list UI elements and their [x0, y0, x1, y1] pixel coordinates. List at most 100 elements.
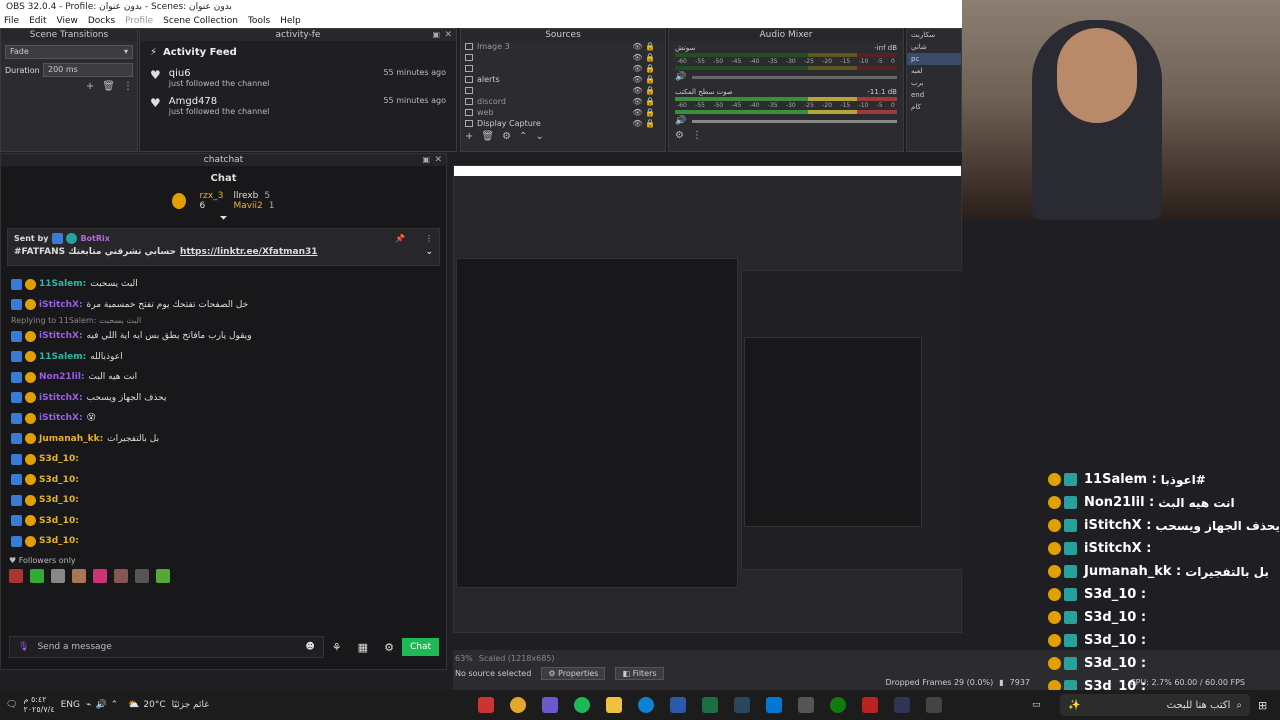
scene-item[interactable]: pc [907, 53, 961, 65]
add-icon[interactable]: + [86, 81, 94, 92]
chrome-icon[interactable] [510, 697, 526, 713]
emoji-icon[interactable]: ☻ [305, 642, 314, 652]
visibility-lock-icons[interactable]: 👁 🔒 [632, 119, 655, 128]
menu-profile[interactable]: Profile [125, 14, 153, 28]
menu-edit[interactable]: Edit [29, 14, 46, 28]
visibility-lock-icons[interactable]: 👁 🔒 [632, 75, 655, 84]
source-item[interactable]: 👁 🔒 [461, 85, 665, 96]
emote-icon[interactable] [51, 568, 65, 583]
discord-icon[interactable] [542, 697, 558, 713]
app-icon[interactable] [862, 697, 878, 713]
chat-username[interactable]: iStitchX: [39, 300, 83, 310]
arrow-up-icon[interactable]: ⌃ [519, 131, 527, 142]
spotify-icon[interactable] [574, 697, 590, 713]
source-item[interactable]: Image 3 👁 🔒 [461, 41, 665, 52]
chat-username[interactable]: iStitchX: [39, 413, 83, 423]
windows-start-icon[interactable]: ⊞ [1258, 699, 1267, 712]
settings-icon[interactable] [926, 697, 942, 713]
speaker-icon[interactable]: 🔊 [675, 72, 686, 82]
pinned-link[interactable]: https://linktr.ee/Xfatman31 [180, 247, 318, 257]
message-input[interactable]: 🎙 Send a message ☻ [9, 636, 324, 658]
chat-username[interactable]: iStitchX: [39, 393, 83, 403]
gear-icon[interactable]: ⚙ [675, 130, 684, 141]
menu-docks[interactable]: Docks [88, 14, 115, 28]
edge-icon[interactable] [638, 697, 654, 713]
more-icon[interactable]: ⋮ [123, 81, 133, 92]
visibility-lock-icons[interactable]: 👁 🔒 [632, 86, 655, 95]
chat-username[interactable]: Jumanah_kk: [39, 434, 103, 444]
chat-username[interactable]: S3d_10: [39, 495, 79, 505]
arrow-down-icon[interactable]: ⌄ [535, 131, 543, 142]
chevron-up-icon[interactable]: ⌃ [111, 700, 119, 710]
scene-item[interactable]: شاتي [907, 41, 961, 53]
pin-icon[interactable]: 📌 [395, 234, 405, 243]
points-icon[interactable]: ⚘ [332, 641, 342, 654]
language-indicator[interactable]: ENG [61, 700, 80, 710]
collapse-icon[interactable]: ⏷ [1, 213, 446, 224]
preview-canvas[interactable] [453, 165, 962, 633]
close-icon[interactable]: ✕ [434, 154, 442, 166]
trash-icon[interactable]: 🗑 [102, 81, 115, 92]
chat-username[interactable]: S3d_10: [39, 475, 79, 485]
emote-icon[interactable] [93, 568, 107, 583]
add-icon[interactable]: + [465, 131, 473, 142]
emote-icon[interactable] [156, 568, 170, 583]
zoom-level[interactable]: 63% [455, 654, 473, 663]
chat-username[interactable]: Non21lil: [39, 372, 85, 382]
volume-icon[interactable]: 🔊 [95, 700, 106, 710]
chat-username[interactable]: S3d_10: [39, 454, 79, 464]
chat-username[interactable]: 11Salem: [39, 279, 86, 289]
filters-button[interactable]: ◧ Filters [615, 667, 664, 680]
menu-help[interactable]: Help [280, 14, 301, 28]
undock-icon[interactable]: ▣ [432, 29, 440, 41]
gift-icon[interactable]: ▦ [358, 641, 368, 654]
vscode-icon[interactable] [670, 697, 686, 713]
source-item[interactable]: web 👁 🔒 [461, 107, 665, 118]
visibility-lock-icons[interactable]: 👁 🔒 [632, 42, 655, 51]
menu-file[interactable]: File [4, 14, 19, 28]
gear-icon[interactable]: ⚙ [502, 131, 511, 142]
excel-icon[interactable] [702, 697, 718, 713]
close-icon[interactable]: ✕ [444, 29, 452, 41]
properties-button[interactable]: ⚙ Properties [541, 667, 606, 680]
folder-icon[interactable] [606, 697, 622, 713]
visibility-lock-icons[interactable]: 👁 🔒 [632, 97, 655, 106]
task-view-icon[interactable]: ▭ [1032, 700, 1041, 710]
duration-input[interactable]: 200 ms [43, 63, 133, 77]
more-icon[interactable]: ⋮ [425, 234, 433, 243]
emote-icon[interactable] [30, 568, 44, 583]
obs-icon[interactable] [478, 697, 494, 713]
emote-icon[interactable] [9, 568, 23, 583]
menu-scene-collection[interactable]: Scene Collection [163, 14, 238, 28]
network-icon[interactable]: ⌁ [86, 700, 91, 710]
source-item[interactable]: Display Capture 👁 🔒 [461, 118, 665, 129]
emote-icon[interactable] [135, 568, 149, 583]
menu-tools[interactable]: Tools [248, 14, 270, 28]
speaker-icon[interactable]: 🔊 [675, 116, 686, 126]
scene-item[interactable]: كام [907, 101, 961, 113]
scene-item[interactable]: سكاربت [907, 29, 961, 41]
app-icon[interactable] [894, 697, 910, 713]
taskbar-search[interactable]: ✨ اكتب هنا للبحث ⌕ [1060, 694, 1250, 716]
emote-icon[interactable] [114, 568, 128, 583]
xbox-icon[interactable] [830, 697, 846, 713]
trash-icon[interactable]: 🗑 [481, 131, 494, 142]
steam-icon[interactable] [734, 697, 750, 713]
scene-item[interactable]: برب [907, 77, 961, 89]
undock-icon[interactable]: ▣ [422, 154, 430, 166]
source-item[interactable]: alerts 👁 🔒 [461, 74, 665, 85]
scene-item[interactable]: end [907, 89, 961, 101]
store-icon[interactable] [798, 697, 814, 713]
volume-slider[interactable] [692, 119, 897, 123]
notification-icon[interactable]: 🗨 [6, 700, 17, 710]
transition-select[interactable]: Fade ▾ [5, 45, 133, 59]
emote-icon[interactable] [72, 568, 86, 583]
visibility-lock-icons[interactable]: 👁 🔒 [632, 64, 655, 73]
source-item[interactable]: 👁 🔒 [461, 52, 665, 63]
chat-username[interactable]: S3d_10: [39, 516, 79, 526]
source-item[interactable]: 👁 🔒 [461, 63, 665, 74]
chat-username[interactable]: 11Salem: [39, 352, 86, 362]
chat-username[interactable]: iStitchX: [39, 331, 83, 341]
visibility-lock-icons[interactable]: 👁 🔒 [632, 53, 655, 62]
chat-send-button[interactable]: Chat [401, 638, 439, 656]
